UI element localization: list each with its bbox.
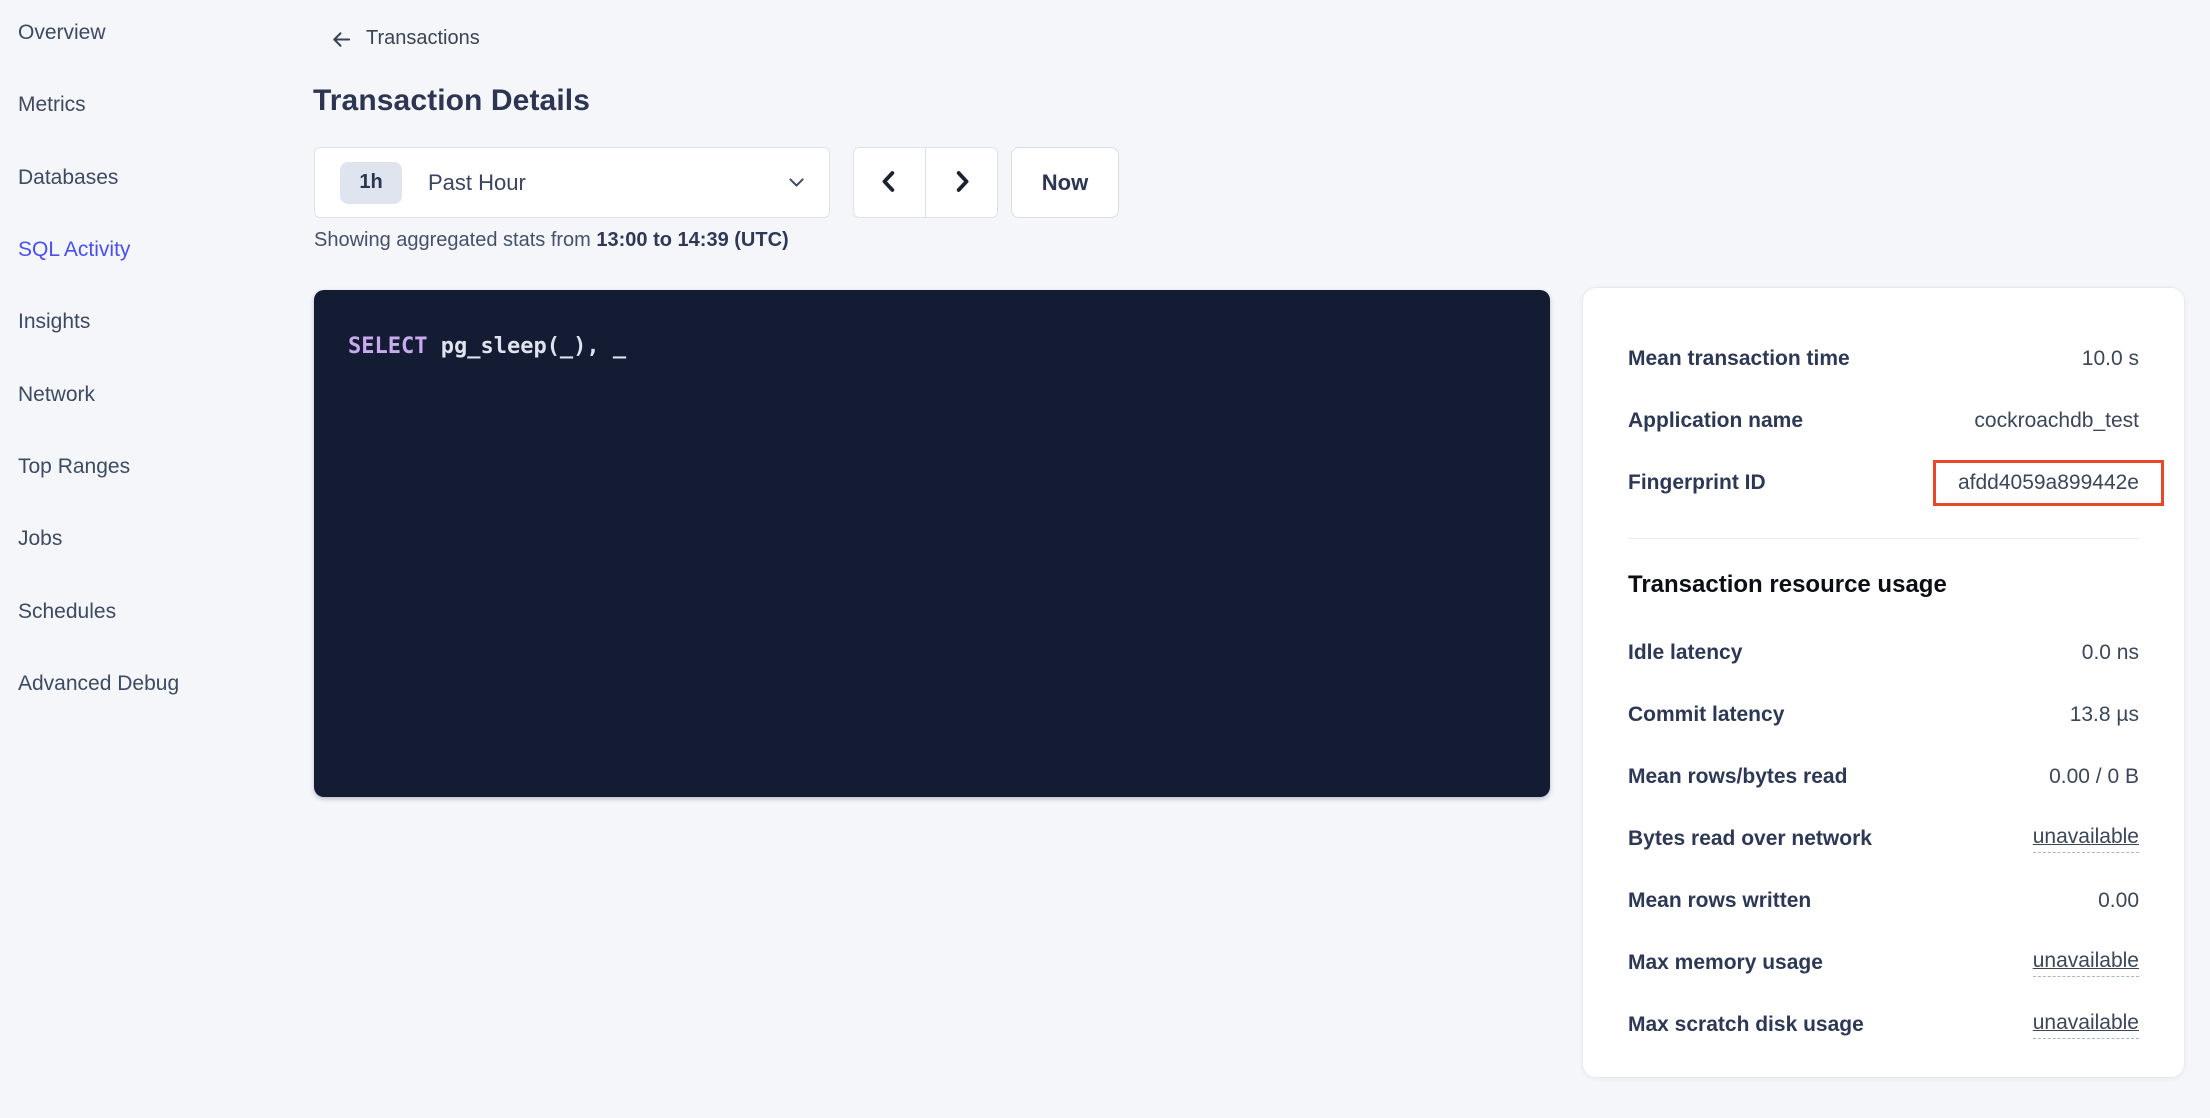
previous-time-window-button[interactable]: [854, 148, 926, 217]
breadcrumb-label[interactable]: Transactions: [366, 27, 480, 50]
stats-prefix: Showing aggregated stats from: [314, 229, 596, 251]
time-window-nav-group: [853, 147, 998, 218]
sidebar-item-overview[interactable]: Overview: [0, 0, 300, 69]
app-root: Overview Metrics Databases SQL Activity …: [0, 0, 2210, 1118]
sql-keyword: SELECT: [348, 334, 427, 359]
detail-row-mean-rows-written: Mean rows written 0.00: [1628, 870, 2139, 932]
row-value: 0.00 / 0 B: [2049, 765, 2139, 789]
row-label: Fingerprint ID: [1628, 471, 1766, 495]
row-label: Mean rows/bytes read: [1628, 765, 1847, 789]
time-range-badge: 1h: [340, 162, 402, 204]
sidebar-item-jobs[interactable]: Jobs: [0, 503, 300, 575]
detail-row-mean-transaction-time: Mean transaction time 10.0 s: [1628, 328, 2139, 390]
row-label: Max scratch disk usage: [1628, 1013, 1864, 1037]
chevron-left-icon: [876, 168, 903, 198]
sidebar-item-schedules[interactable]: Schedules: [0, 575, 300, 647]
detail-row-fingerprint-id: Fingerprint ID afdd4059a899442e: [1628, 452, 2139, 514]
row-label: Application name: [1628, 409, 1803, 433]
row-label: Mean rows written: [1628, 889, 1811, 913]
detail-row-max-memory-usage: Max memory usage unavailable: [1628, 932, 2139, 994]
unavailable-value-tooltip[interactable]: unavailable: [2033, 1011, 2139, 1039]
sidebar-item-databases[interactable]: Databases: [0, 142, 300, 214]
now-button[interactable]: Now: [1011, 147, 1119, 218]
sql-statement-box: SELECT pg_sleep(_), _: [314, 290, 1550, 797]
sidebar-item-top-ranges[interactable]: Top Ranges: [0, 431, 300, 503]
unavailable-value-tooltip[interactable]: unavailable: [2033, 949, 2139, 977]
back-arrow-icon[interactable]: [330, 28, 353, 51]
time-range-dropdown[interactable]: 1h Past Hour: [314, 147, 830, 218]
row-label: Commit latency: [1628, 703, 1784, 727]
row-label: Bytes read over network: [1628, 827, 1872, 851]
stats-time-range: 13:00 to 14:39 (UTC): [596, 229, 788, 251]
row-label: Idle latency: [1628, 641, 1742, 665]
unavailable-value-tooltip[interactable]: unavailable: [2033, 825, 2139, 853]
aggregated-stats-line: Showing aggregated stats from 13:00 to 1…: [314, 229, 789, 252]
row-label: Max memory usage: [1628, 951, 1823, 975]
sidebar-item-sql-activity[interactable]: SQL Activity: [0, 214, 300, 286]
sidebar-item-advanced-debug[interactable]: Advanced Debug: [0, 648, 300, 720]
detail-row-commit-latency: Commit latency 13.8 µs: [1628, 684, 2139, 746]
sql-statement: SELECT pg_sleep(_), _: [348, 334, 626, 359]
sidebar-item-insights[interactable]: Insights: [0, 286, 300, 358]
row-value: cockroachdb_test: [1974, 409, 2139, 433]
time-range-selected-value: Past Hour: [428, 170, 526, 196]
sidebar: Overview Metrics Databases SQL Activity …: [0, 0, 300, 720]
sql-statement-rest: pg_sleep(_), _: [427, 334, 626, 359]
row-value: 0.0 ns: [2082, 641, 2139, 665]
transaction-details-panel: Mean transaction time 10.0 s Application…: [1582, 287, 2185, 1078]
page-title: Transaction Details: [313, 84, 590, 118]
sidebar-item-metrics[interactable]: Metrics: [0, 69, 300, 141]
resource-usage-heading: Transaction resource usage: [1628, 569, 2139, 601]
detail-row-max-scratch-disk-usage: Max scratch disk usage unavailable: [1628, 994, 2139, 1056]
detail-row-idle-latency: Idle latency 0.0 ns: [1628, 622, 2139, 684]
row-value: 10.0 s: [2082, 347, 2139, 371]
breadcrumb[interactable]: Transactions: [330, 26, 480, 51]
panel-divider: [1628, 538, 2139, 539]
detail-row-bytes-read-over-network: Bytes read over network unavailable: [1628, 808, 2139, 870]
row-value: 0.00: [2098, 889, 2139, 913]
detail-row-mean-rows-bytes-read: Mean rows/bytes read 0.00 / 0 B: [1628, 746, 2139, 808]
detail-row-application-name: Application name cockroachdb_test: [1628, 390, 2139, 452]
row-label: Mean transaction time: [1628, 347, 1850, 371]
sidebar-nav-list: Overview Metrics Databases SQL Activity …: [0, 0, 300, 720]
row-value: 13.8 µs: [2070, 703, 2139, 727]
chevron-right-icon: [948, 168, 975, 198]
fingerprint-id-value-highlight: afdd4059a899442e: [1933, 460, 2164, 506]
next-time-window-button[interactable]: [926, 148, 997, 217]
sidebar-item-network[interactable]: Network: [0, 358, 300, 430]
chevron-down-icon: [786, 172, 807, 193]
